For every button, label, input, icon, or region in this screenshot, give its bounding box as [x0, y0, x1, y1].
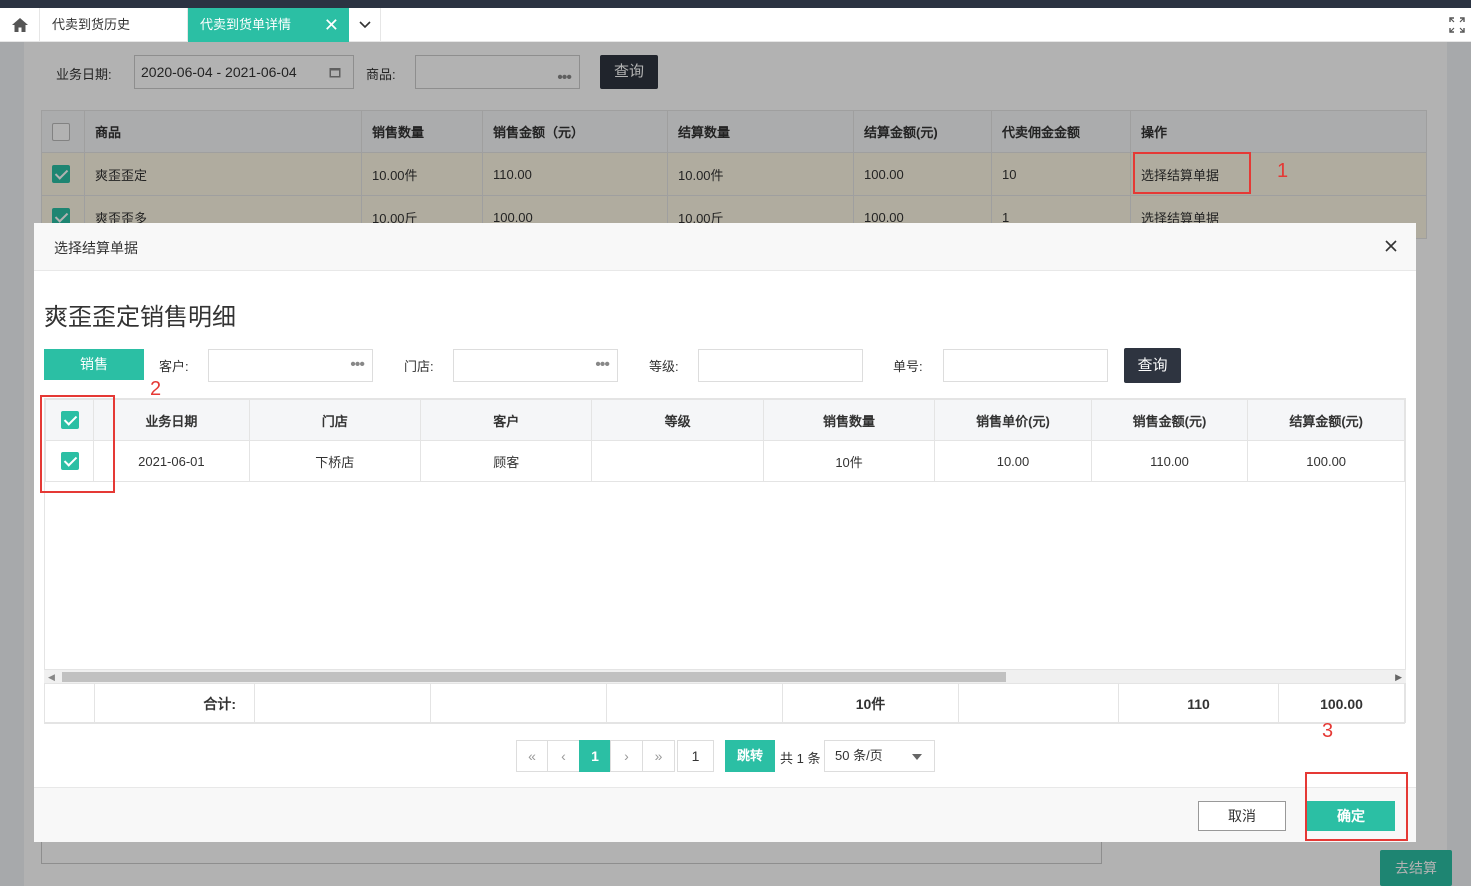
- col-header: 门店: [248, 399, 422, 441]
- col-header: 客户: [420, 399, 593, 441]
- modal-title: 选择结算单据: [54, 240, 138, 256]
- cell-customer: 顾客: [420, 440, 593, 482]
- summary-settle: 100.00: [1278, 683, 1405, 724]
- tab-sale-detail[interactable]: 代卖到货单详情 ✕: [188, 8, 349, 42]
- select-settlement-modal: 选择结算单据 爽歪歪定销售明细 销售 客户: ••• 门店: ••• 等级: 单…: [34, 223, 1416, 842]
- col-header: 销售单价(元): [934, 399, 1092, 441]
- more-icon[interactable]: •••: [595, 356, 610, 374]
- cancel-button[interactable]: 取消: [1198, 801, 1286, 831]
- customer-label: 客户:: [159, 359, 189, 374]
- scroll-right-icon[interactable]: ▶: [1395, 672, 1402, 683]
- fullscreen-icon[interactable]: [1449, 17, 1465, 33]
- annotation-box-2: [40, 395, 115, 493]
- summary-qty: 10件: [782, 683, 959, 724]
- scrollbar-thumb[interactable]: [62, 672, 1006, 682]
- summary-empty: [254, 683, 431, 724]
- customer-input[interactable]: •••: [208, 349, 373, 382]
- cell-date: 2021-06-01: [93, 440, 250, 482]
- col-header: 等级: [591, 399, 764, 441]
- page-size-select[interactable]: 50 条/页: [824, 740, 935, 772]
- order-no-input[interactable]: [943, 349, 1108, 382]
- cell-grade: [591, 440, 764, 482]
- summary-empty: [958, 683, 1119, 724]
- grade-label: 等级:: [649, 359, 679, 374]
- col-header: 销售数量: [762, 399, 936, 441]
- tab-label: 代卖到货历史: [52, 17, 131, 32]
- annotation-box-1: [1133, 152, 1251, 194]
- cell-amount: 110.00: [1090, 440, 1249, 482]
- query-button[interactable]: 查询: [1124, 348, 1181, 383]
- col-header: 结算金额(元): [1247, 399, 1405, 441]
- sales-table: 业务日期 门店 客户 等级 销售数量 销售单价(元) 销售金额(元) 结算金额(…: [45, 399, 1405, 482]
- chevron-down-icon: [358, 21, 371, 29]
- store-input[interactable]: •••: [453, 349, 618, 382]
- prev-page-button[interactable]: ‹: [547, 740, 580, 772]
- col-header: 销售金额(元): [1090, 399, 1249, 441]
- close-icon[interactable]: [1380, 235, 1402, 257]
- first-page-button[interactable]: «: [516, 740, 548, 772]
- cell-store: 下桥店: [248, 440, 422, 482]
- annotation-number-2: 2: [150, 378, 162, 400]
- store-label: 门店:: [404, 359, 434, 374]
- col-header: 业务日期: [93, 399, 250, 441]
- tab-label: 代卖到货单详情: [200, 17, 292, 32]
- page-1-button[interactable]: 1: [579, 740, 611, 772]
- cell-unit-price: 10.00: [934, 440, 1092, 482]
- detail-heading: 爽歪歪定销售明细: [44, 304, 236, 331]
- jump-page-input[interactable]: 1: [677, 740, 714, 772]
- home-icon: [11, 18, 28, 32]
- summary-table: 合计: 10件 110 100.00: [44, 683, 1405, 724]
- close-icon[interactable]: ✕: [324, 8, 339, 42]
- annotation-number-3: 3: [1322, 720, 1334, 742]
- top-strip: [0, 0, 1471, 8]
- summary-empty: [606, 683, 783, 724]
- caret-down-icon: [912, 754, 922, 760]
- home-tab[interactable]: [0, 8, 40, 42]
- scroll-left-icon[interactable]: ◀: [48, 672, 55, 683]
- tab-bar: 代卖到货历史 代卖到货单详情 ✕: [0, 8, 1471, 42]
- cell-settle: 100.00: [1247, 440, 1405, 482]
- tab-sale-history[interactable]: 代卖到货历史: [40, 8, 188, 42]
- last-page-button[interactable]: »: [642, 740, 675, 772]
- annotation-box-3: [1305, 772, 1408, 841]
- next-page-button[interactable]: ›: [610, 740, 643, 772]
- horizontal-scrollbar[interactable]: ◀ ▶: [44, 669, 1406, 683]
- summary-row: 合计: 10件 110 100.00: [44, 683, 1406, 724]
- summary-amount: 110: [1118, 683, 1279, 724]
- summary-empty: [44, 683, 95, 724]
- more-icon[interactable]: •••: [350, 356, 365, 374]
- order-no-label: 单号:: [893, 359, 923, 374]
- jump-button[interactable]: 跳转: [725, 740, 775, 772]
- tab-more-button[interactable]: [349, 8, 381, 42]
- modal-footer: 取消 确定: [34, 787, 1416, 842]
- cell-qty: 10件: [762, 440, 936, 482]
- tab-sales[interactable]: 销售: [44, 349, 144, 380]
- grade-input[interactable]: [698, 349, 863, 382]
- grid-header: 业务日期 门店 客户 等级 销售数量 销售单价(元) 销售金额(元) 结算金额(…: [45, 399, 1405, 441]
- summary-label: 合计:: [94, 683, 255, 724]
- total-count: 共 1 条: [780, 751, 821, 766]
- table-row[interactable]: 2021-06-01 下桥店 顾客 10件 10.00 110.00 100.0…: [45, 440, 1405, 482]
- summary-empty: [430, 683, 607, 724]
- annotation-number-1: 1: [1277, 160, 1289, 182]
- modal-header: 选择结算单据: [34, 223, 1416, 271]
- page-size-value: 50 条/页: [835, 748, 883, 763]
